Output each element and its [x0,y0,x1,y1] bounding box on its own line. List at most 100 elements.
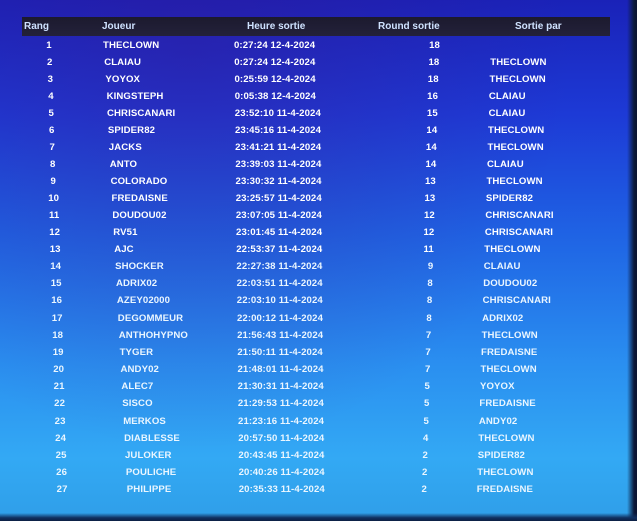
eliminated-by-cell: CHRISCANARI [485,210,554,221]
player-cell: JULOKER [125,449,172,461]
rank-cell: 10 [48,193,60,204]
player-cell: PHILIPPE [126,484,172,496]
table-row: 3 YOYOX 0:25:59 12-4-2024 18 THECLOWN [0,74,637,92]
eliminated-by-cell: SPIDER82 [485,193,534,204]
player-cell: THECLOWN [103,40,160,51]
rank-cell: 27 [56,484,68,496]
table-row: 22 SISCO 21:29:53 11-4-2024 5 FREDAISNE [0,398,637,416]
player-cell: ANTHOHYPNO [118,329,188,341]
eliminated-by-cell: CLAIAU [488,91,526,102]
exit-time-cell: 21:48:01 11-4-2024 [237,364,324,376]
rank-cell: 15 [50,278,62,290]
rank-cell: 24 [55,432,67,444]
player-cell: CHRISCANARI [107,108,176,119]
rank-cell: 20 [53,364,65,376]
exit-time-cell: 22:03:51 11-4-2024 [236,278,323,290]
table-row: 12 RV51 23:01:45 11-4-2024 12 CHRISCANARI [0,227,637,245]
table-row: 20 ANDY02 21:48:01 11-4-2024 7 THECLOWN [0,364,637,382]
table-body: 1 THECLOWN 0:27:24 12-4-2024 18 2 CLAIAU 0:27:… [0,0,637,521]
rank-cell: 7 [49,142,55,153]
table-row: 7 JACKS 23:41:21 11-4-2024 14 THECLOWN [0,142,637,160]
exit-round-cell: 18 [428,57,440,68]
exit-time-cell: 20:35:33 11-4-2024 [238,484,325,496]
exit-time-cell: 21:23:16 11-4-2024 [238,415,325,427]
rank-cell: 18 [52,329,64,341]
player-cell: ANDY02 [120,364,159,376]
eliminated-by-cell: DOUDOU02 [483,278,538,290]
rank-cell: 9 [50,176,56,187]
eliminated-by-cell: FREDAISNE [476,484,534,496]
exit-time-cell: 23:39:03 11-4-2024 [235,159,322,170]
player-cell: JACKS [108,142,142,153]
exit-time-cell: 23:30:32 11-4-2024 [235,176,322,187]
table-row: 18 ANTHOHYPNO 21:56:43 11-4-2024 7 THECLOWN [0,330,637,348]
player-cell: DEGOMMEUR [117,312,184,324]
exit-round-cell: 5 [423,398,430,410]
table-row: 6 SPIDER82 23:45:16 11-4-2024 14 THECLOWN [0,125,637,143]
eliminated-by-cell: THECLOWN [480,364,537,376]
exit-time-cell: 21:30:31 11-4-2024 [237,381,324,393]
screen-bezel-right [627,0,637,521]
player-cell: SHOCKER [115,261,164,273]
player-cell: KINGSTEPH [106,91,164,102]
exit-round-cell: 12 [423,210,435,221]
player-cell: SPIDER82 [107,125,156,136]
eliminated-by-cell: CHRISCANARI [482,295,551,307]
table-row: 23 MERKOS 21:23:16 11-4-2024 5 ANDY02 [0,416,637,434]
player-cell: ALEC7 [121,381,154,393]
rank-cell: 8 [49,159,56,170]
exit-time-cell: 21:29:53 11-4-2024 [237,398,324,410]
rank-cell: 4 [48,91,54,102]
rank-cell: 26 [56,466,68,478]
eliminated-by-cell: CLAIAU [483,261,521,273]
exit-time-cell: 20:40:26 11-4-2024 [238,466,325,478]
exit-time-cell: 21:50:11 11-4-2024 [237,346,323,358]
eliminated-by-cell: THECLOWN [481,329,538,341]
exit-round-cell: 16 [427,91,439,102]
table-row: 24 DIABLESSE 20:57:50 11-4-2024 4 THECLOWN [0,433,637,451]
exit-time-cell: 0:27:24 12-4-2024 [234,57,316,68]
rank-cell: 6 [48,125,55,136]
rank-cell: 12 [49,227,61,238]
exit-round-cell: 14 [425,142,437,153]
table-row: 26 POULICHE 20:40:26 11-4-2024 2 THECLOWN [0,467,637,485]
player-cell: YOYOX [105,74,141,85]
eliminated-by-cell: THECLOWN [478,432,535,444]
eliminated-by-cell: THECLOWN [486,176,543,187]
exit-round-cell: 5 [423,415,429,427]
exit-round-cell: 18 [427,74,439,85]
exit-round-cell: 2 [421,484,427,496]
rank-cell: 17 [51,312,63,324]
player-cell: CLAIAU [104,57,142,68]
exit-round-cell: 8 [426,312,432,324]
player-cell: MERKOS [123,415,166,427]
exit-round-cell: 15 [426,108,438,119]
leaderboard-screen: Rang Joueur Heure sortie Round sortie So… [0,0,637,521]
exit-time-cell: 0:05:38 12-4-2024 [234,91,316,102]
exit-round-cell: 18 [429,40,440,51]
exit-round-cell: 13 [424,176,436,187]
player-cell: ADRIX02 [116,278,158,290]
rank-cell: 3 [47,74,54,85]
exit-time-cell: 23:41:21 11-4-2024 [235,142,322,153]
eliminated-by-cell: ADRIX02 [482,312,524,324]
exit-round-cell: 9 [427,261,434,273]
player-cell: DOUDOU02 [112,210,167,221]
eliminated-by-cell: CLAIAU [486,159,524,170]
table-row: 27 PHILIPPE 20:35:33 11-4-2024 2 FREDAISNE [0,484,637,502]
player-cell: ANTO [109,159,138,170]
rank-cell: 16 [51,295,63,307]
exit-round-cell: 12 [423,227,435,238]
exit-time-cell: 22:00:12 11-4-2024 [236,312,324,324]
exit-round-cell: 8 [427,278,433,290]
rank-cell: 25 [55,449,67,461]
exit-round-cell: 14 [426,125,438,136]
rank-cell: 14 [50,261,62,273]
exit-round-cell: 8 [426,295,433,307]
exit-time-cell: 22:53:37 11-4-2024 [236,244,323,255]
exit-time-cell: 23:52:10 11-4-2024 [234,108,321,119]
table-row: 11 DOUDOU02 23:07:05 11-4-2024 12 CHRISCANAR… [0,210,637,228]
exit-time-cell: 0:27:24 12-4-2024 [234,40,316,51]
eliminated-by-cell: THECLOWN [489,74,546,85]
table-row: 2 CLAIAU 0:27:24 12-4-2024 18 THECLOWN [0,57,637,75]
